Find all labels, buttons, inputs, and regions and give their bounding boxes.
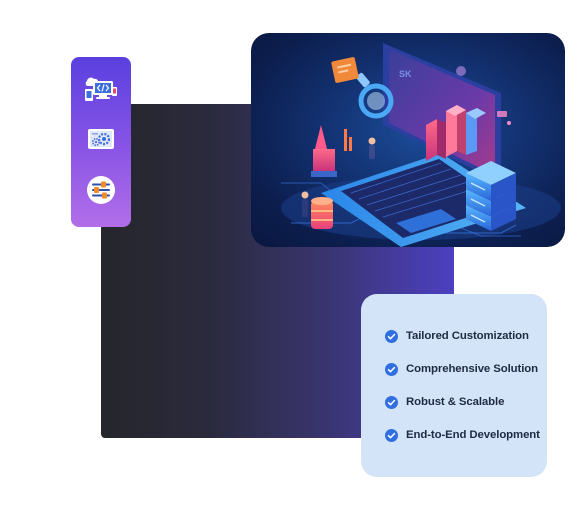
check-circle-icon: [385, 329, 398, 343]
check-circle-icon: [385, 362, 398, 376]
service-icon-bar: [71, 57, 131, 227]
list-item: Robust & Scalable: [385, 394, 547, 410]
screen-text: SK: [399, 69, 412, 79]
laptop-isometric-illustration: SK: [281, 43, 561, 247]
devices-code-icon[interactable]: [84, 73, 118, 107]
check-circle-icon: [385, 428, 398, 442]
feature-label: End-to-End Development: [406, 429, 540, 441]
feature-label: Tailored Customization: [406, 330, 529, 342]
list-item: End-to-End Development: [385, 427, 547, 443]
features-card: Tailored Customization Comprehensive Sol…: [361, 294, 547, 477]
check-circle-icon: [385, 395, 398, 409]
feature-label: Comprehensive Solution: [406, 363, 538, 375]
settings-gears-icon[interactable]: [84, 123, 118, 157]
list-item: Tailored Customization: [385, 328, 547, 344]
feature-label: Robust & Scalable: [406, 396, 505, 408]
features-list: Tailored Customization Comprehensive Sol…: [385, 328, 547, 443]
list-item: Comprehensive Solution: [385, 361, 547, 377]
laptop-illustration-card: SK: [251, 33, 565, 247]
sliders-icon[interactable]: [84, 173, 118, 207]
